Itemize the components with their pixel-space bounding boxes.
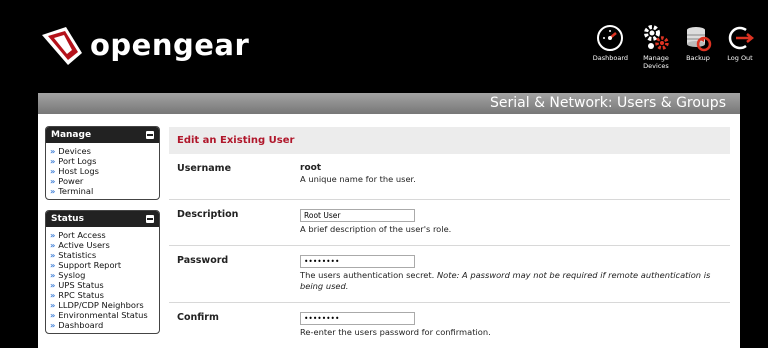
confirm-label: Confirm bbox=[177, 312, 219, 323]
confirm-input[interactable] bbox=[300, 312, 415, 325]
sidebar-item-terminal[interactable]: Terminal bbox=[50, 186, 155, 196]
opengear-logo-icon bbox=[42, 27, 82, 65]
logout-icon bbox=[728, 26, 754, 50]
logout-button[interactable]: Log Out bbox=[726, 24, 754, 70]
username-row: Username root A unique name for the user… bbox=[169, 154, 730, 200]
backup-label: Backup bbox=[686, 54, 710, 62]
password-help-text: The users authentication secret. bbox=[300, 270, 437, 280]
gears-icon bbox=[644, 25, 669, 50]
dashboard-label: Dashboard bbox=[592, 54, 628, 62]
password-input[interactable] bbox=[300, 255, 415, 268]
sidebar-item-power[interactable]: Power bbox=[50, 176, 155, 186]
username-label: Username bbox=[177, 163, 232, 174]
manage-menu-header[interactable]: Manage bbox=[46, 127, 159, 143]
sidebar-item-ups-status[interactable]: UPS Status bbox=[50, 280, 155, 290]
collapse-icon[interactable] bbox=[146, 215, 154, 223]
form-heading: Edit an Existing User bbox=[169, 127, 730, 154]
sidebar-item-statistics[interactable]: Statistics bbox=[50, 250, 155, 260]
sidebar-item-support-report[interactable]: Support Report bbox=[50, 260, 155, 270]
sidebar-item-port-access[interactable]: Port Access bbox=[50, 230, 155, 240]
sidebar-item-devices[interactable]: Devices bbox=[50, 146, 155, 156]
confirm-row: Confirm Re-enter the users password for … bbox=[169, 303, 730, 346]
description-row: Description A brief description of the u… bbox=[169, 200, 730, 246]
description-label: Description bbox=[177, 209, 239, 220]
sidebar-item-active-users[interactable]: Active Users bbox=[50, 240, 155, 250]
top-toolbar: Dashboard Manage Devices Backup Log Out bbox=[579, 24, 754, 70]
description-input[interactable] bbox=[300, 209, 415, 222]
status-menu: Status Port Access Active Users Statisti… bbox=[45, 210, 160, 334]
dashboard-icon bbox=[597, 25, 624, 51]
manage-devices-button[interactable]: Manage Devices bbox=[642, 24, 670, 70]
password-row: Password The users authentication secret… bbox=[169, 246, 730, 303]
sidebar-item-rpc-status[interactable]: RPC Status bbox=[50, 290, 155, 300]
opengear-logo[interactable]: opengear bbox=[38, 23, 249, 69]
password-help: The users authentication secret. Note: A… bbox=[300, 270, 730, 292]
username-help: A unique name for the user. bbox=[300, 174, 416, 184]
page-title: Serial & Network: Users & Groups bbox=[38, 93, 740, 114]
backup-icon bbox=[687, 27, 712, 52]
collapse-icon[interactable] bbox=[146, 131, 154, 139]
status-menu-title: Status bbox=[51, 214, 84, 224]
sidebar-item-dashboard[interactable]: Dashboard bbox=[50, 320, 155, 330]
sidebar-item-port-logs[interactable]: Port Logs bbox=[50, 156, 155, 166]
description-help: A brief description of the user's role. bbox=[300, 224, 452, 234]
backup-button[interactable]: Backup bbox=[684, 24, 712, 70]
confirm-help: Re-enter the users password for confirma… bbox=[300, 327, 491, 337]
status-menu-header[interactable]: Status bbox=[46, 211, 159, 227]
content-panel: Serial & Network: Users & Groups Manage … bbox=[38, 93, 740, 348]
sidebar-item-environmental-status[interactable]: Environmental Status bbox=[50, 310, 155, 320]
sidebar-item-syslog[interactable]: Syslog bbox=[50, 270, 155, 280]
edit-user-form: Edit an Existing User Username root A un… bbox=[169, 127, 730, 346]
manage-devices-label: Manage Devices bbox=[643, 54, 669, 70]
brand-name: opengear bbox=[90, 28, 250, 62]
password-label: Password bbox=[177, 255, 229, 266]
sidebar-item-lldp-cdp-neighbors[interactable]: LLDP/CDP Neighbors bbox=[50, 300, 155, 310]
manage-menu: Manage Devices Port Logs Host Logs Power… bbox=[45, 126, 160, 200]
dashboard-button[interactable]: Dashboard bbox=[593, 24, 628, 70]
username-value: root bbox=[300, 163, 322, 173]
logout-label: Log Out bbox=[727, 54, 753, 62]
sidebar-item-host-logs[interactable]: Host Logs bbox=[50, 166, 155, 176]
manage-menu-title: Manage bbox=[51, 130, 92, 140]
